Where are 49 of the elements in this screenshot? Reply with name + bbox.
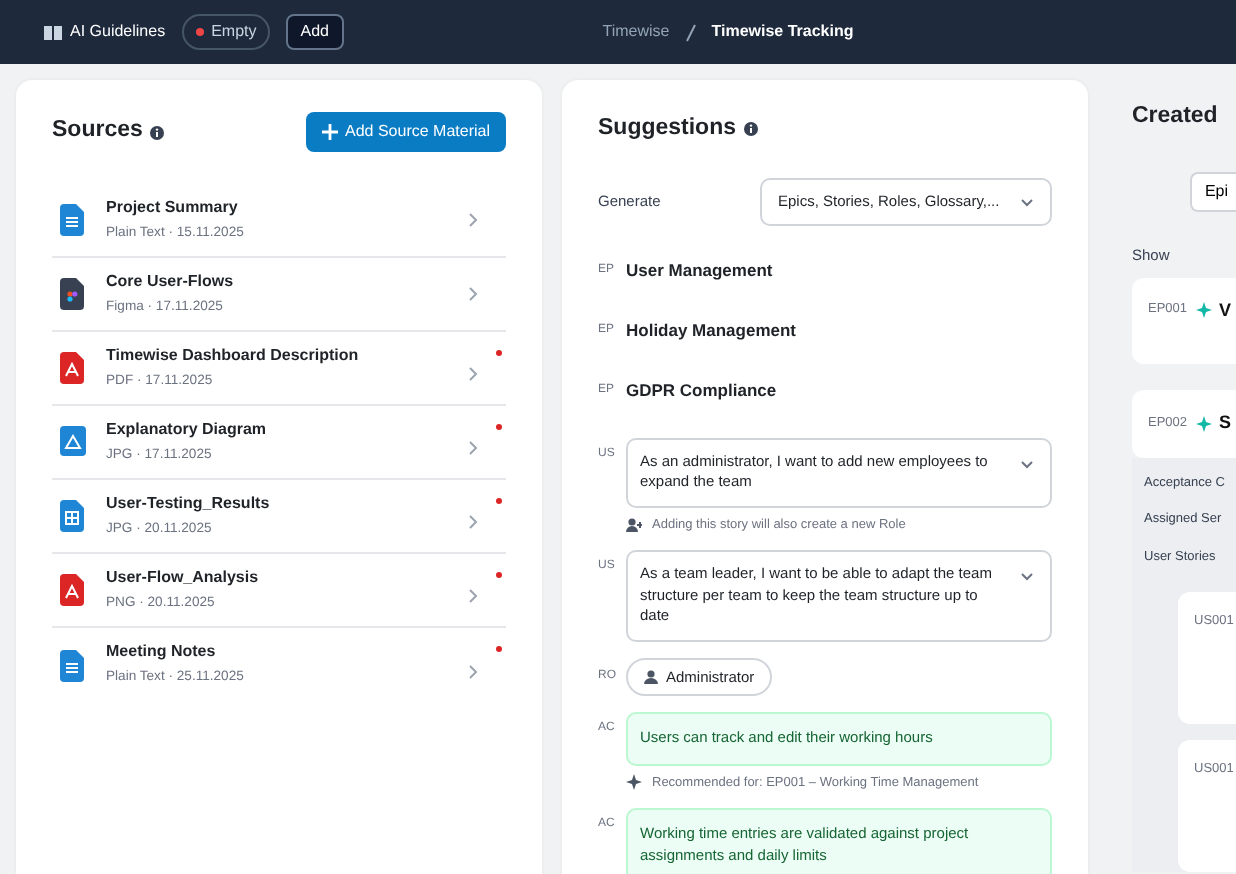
source-title: Project Summary bbox=[106, 195, 240, 220]
status-badge: Empty bbox=[181, 14, 271, 50]
chevron-down-icon bbox=[1020, 457, 1034, 469]
chevron-right-icon bbox=[466, 440, 478, 456]
chevron-right-icon bbox=[466, 366, 478, 382]
chevron-right-icon bbox=[466, 514, 478, 530]
sparkle-icon bbox=[626, 774, 642, 791]
pdf-icon bbox=[60, 352, 86, 384]
person-add-icon bbox=[626, 517, 642, 532]
source-title: Meeting Notes bbox=[106, 640, 218, 665]
chevron-right-icon bbox=[466, 663, 478, 679]
image-icon bbox=[60, 426, 86, 458]
panel-title: Suggestions bbox=[598, 114, 737, 144]
sparkle-icon bbox=[1195, 302, 1212, 319]
source-title: User-Flow_Analysis bbox=[106, 565, 259, 590]
source-title: Explanatory Diagram bbox=[106, 417, 267, 442]
epic-title: V bbox=[1219, 297, 1232, 323]
epic-title[interactable]: GDPR Compliance bbox=[626, 378, 777, 404]
panel-title: Created bbox=[1132, 102, 1220, 132]
epic-title[interactable]: Holiday Management bbox=[626, 318, 797, 344]
document-icon bbox=[60, 649, 86, 681]
chevron-down-icon bbox=[1020, 570, 1034, 583]
source-title: User-Testing_Results bbox=[106, 491, 270, 516]
epic-title: S bbox=[1219, 410, 1232, 436]
sparkle-icon bbox=[1195, 415, 1212, 432]
figma-file-icon bbox=[60, 278, 86, 310]
add-button[interactable]: Add bbox=[286, 14, 343, 50]
breadcrumb-item[interactable]: Timewise bbox=[602, 20, 670, 44]
document-icon bbox=[60, 204, 86, 236]
info-icon bbox=[150, 125, 165, 139]
source-title: Core User-Flows bbox=[106, 269, 234, 294]
pdf-icon bbox=[60, 574, 86, 606]
chevron-right-icon bbox=[466, 212, 478, 228]
chevron-down-icon bbox=[1020, 195, 1034, 208]
epic-title[interactable]: User Management bbox=[626, 258, 773, 284]
slash-icon bbox=[685, 23, 696, 41]
person-icon bbox=[644, 669, 658, 684]
breadcrumb-item: Timewise Tracking bbox=[711, 20, 854, 44]
chevron-right-icon bbox=[466, 588, 478, 604]
source-title: Timewise Dashboard Description bbox=[106, 343, 359, 368]
info-icon bbox=[744, 122, 759, 137]
chevron-right-icon bbox=[466, 286, 478, 302]
panel-title: Sources bbox=[52, 116, 143, 147]
add-source-button[interactable]: Add Source Material bbox=[305, 112, 506, 152]
spreadsheet-icon bbox=[60, 500, 86, 532]
plus-icon bbox=[321, 124, 338, 140]
guidelines-label: AI Guidelines bbox=[70, 20, 166, 44]
book-icon bbox=[44, 25, 62, 39]
filter-button[interactable]: Epi bbox=[1190, 172, 1236, 213]
